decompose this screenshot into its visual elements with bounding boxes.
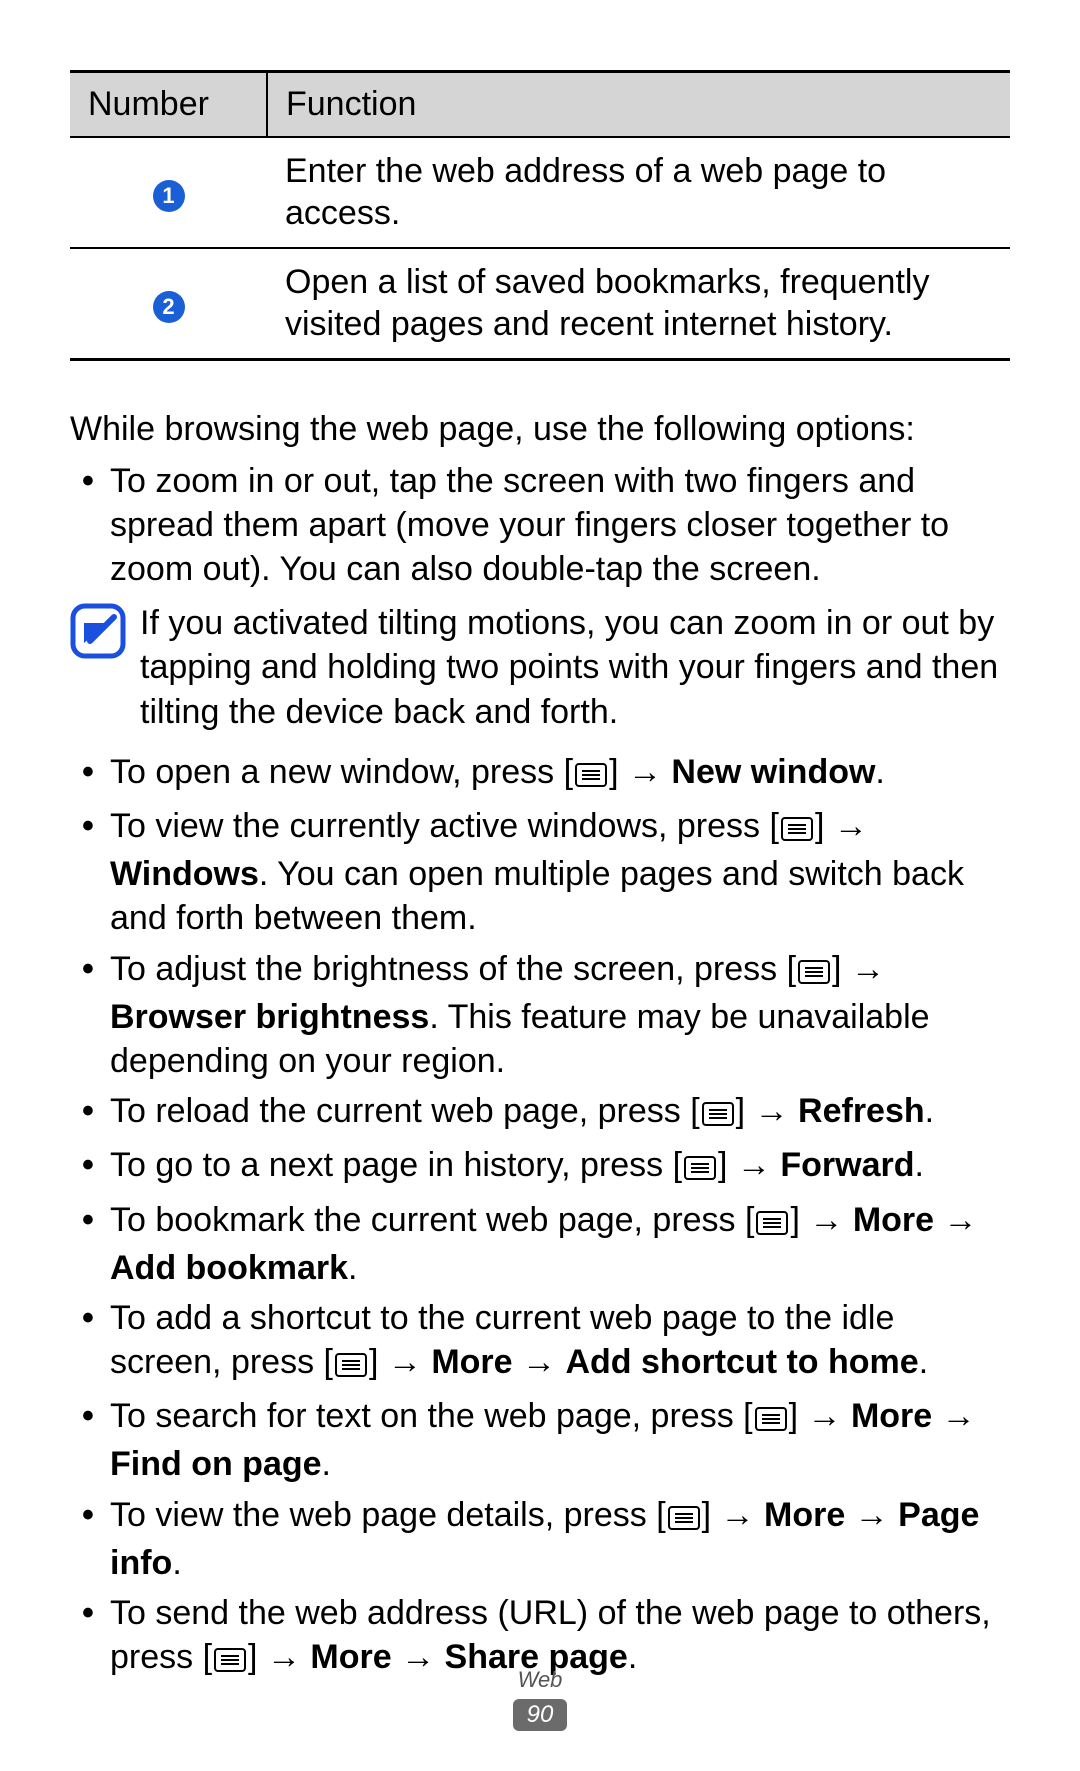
bold-text: Find on page [110,1445,322,1483]
text-span: To view the web page details, press [ [110,1496,666,1534]
menu-icon [335,1344,367,1388]
text-span: → [513,1343,566,1381]
text-span: . [172,1544,181,1582]
menu-icon [781,808,813,852]
text-span: . [915,1146,924,1184]
number-badge-2: 2 [153,291,185,323]
note-callout: If you activated tilting motions, you ca… [70,601,1010,734]
text-span: To go to a next page in history, press [ [110,1146,682,1184]
options-list: To zoom in or out, tap the screen with t… [70,459,1010,592]
text-span: ] [790,1201,799,1239]
table-row: 1 Enter the web address of a web page to… [70,137,1010,248]
text-span: . [919,1343,928,1381]
list-item: To open a new window, press [] → New win… [110,750,1010,798]
bold-text: More [853,1201,934,1239]
list-item: To view the currently active windows, pr… [110,804,1010,941]
note-icon [70,603,126,664]
bold-text: Add bookmark [110,1249,348,1287]
function-table: Number Function 1 Enter the web address … [70,70,1010,361]
text-span: . [925,1092,934,1130]
document-page: Number Function 1 Enter the web address … [0,0,1080,1771]
list-item: To reload the current web page, press []… [110,1089,1010,1137]
bold-text: More [851,1397,932,1435]
function-cell: Open a list of saved bookmarks, frequent… [267,248,1010,360]
text-span: To reload the current web page, press [ [110,1092,700,1130]
text-span: . [875,753,884,791]
bold-text: New window [671,753,875,791]
menu-icon [702,1093,734,1137]
text-span: → [745,1092,798,1130]
intro-text: While browsing the web page, use the fol… [70,407,1010,451]
number-badge-1: 1 [153,180,185,212]
table-header-number: Number [70,72,267,137]
function-cell: Enter the web address of a web page to a… [267,137,1010,248]
page-footer: Web 90 [0,1667,1080,1731]
list-item: To view the web page details, press [] →… [110,1493,1010,1585]
list-item: To zoom in or out, tap the screen with t… [110,459,1010,592]
options-list-continued: To open a new window, press [] → New win… [70,750,1010,1684]
text-span: ] [832,950,841,988]
list-item: To bookmark the current web page, press … [110,1198,1010,1290]
bold-text: More [764,1496,845,1534]
text-span: To adjust the brightness of the screen, … [110,950,796,988]
text-span: ] [609,753,618,791]
bold-text: More [431,1343,512,1381]
bold-text: Windows [110,855,259,893]
menu-icon [684,1147,716,1191]
bold-text: Add shortcut to home [565,1343,918,1381]
menu-icon [798,951,830,995]
text-span: To view the currently active windows, pr… [110,807,779,845]
text-span: → [800,1201,853,1239]
text-span: → [932,1397,975,1435]
text-span: To search for text on the web page, pres… [110,1397,753,1435]
list-item: To adjust the brightness of the screen, … [110,947,1010,1084]
bold-text: Refresh [798,1092,925,1130]
text-span: → [711,1496,764,1534]
text-span: ] [815,807,824,845]
footer-section-label: Web [0,1667,1080,1693]
bold-text: Forward [780,1146,914,1184]
menu-icon [668,1497,700,1541]
text-span: → [845,1496,898,1534]
list-item: To add a shortcut to the current web pag… [110,1296,1010,1388]
bold-text: Browser brightness [110,998,429,1036]
list-item: To go to a next page in history, press [… [110,1143,1010,1191]
menu-icon [575,754,607,798]
text-span: → [824,807,867,845]
menu-icon [755,1398,787,1442]
text-span: → [378,1343,431,1381]
text-span: → [842,950,885,988]
text-span: To open a new window, press [ [110,753,573,791]
text-span: ] [789,1397,798,1435]
list-item: To search for text on the web page, pres… [110,1394,1010,1486]
menu-icon [756,1202,788,1246]
text-span: To bookmark the current web page, press … [110,1201,754,1239]
text-span: . [348,1249,357,1287]
text-span: → [934,1201,977,1239]
text-span: → [798,1397,851,1435]
text-span: → [619,753,672,791]
page-number-badge: 90 [513,1699,568,1731]
table-row: 2 Open a list of saved bookmarks, freque… [70,248,1010,360]
table-header-function: Function [267,72,1010,137]
note-text: If you activated tilting motions, you ca… [140,601,1010,734]
text-span: → [727,1146,780,1184]
text-span: ] [702,1496,711,1534]
text-span: . [322,1445,331,1483]
text-span: ] [736,1092,745,1130]
